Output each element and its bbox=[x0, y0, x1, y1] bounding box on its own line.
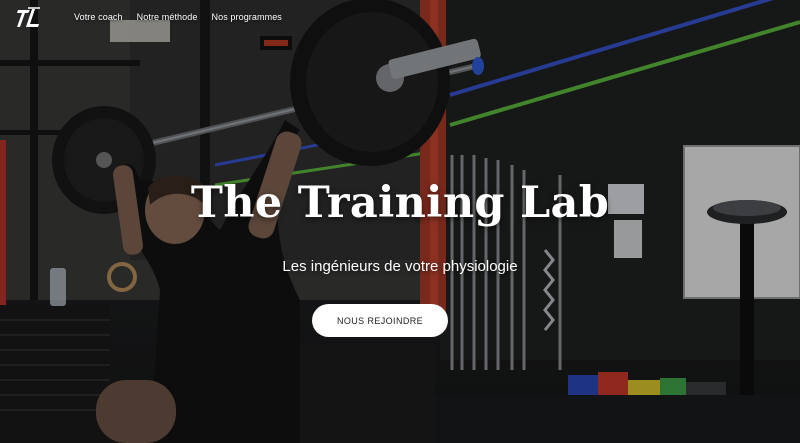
top-navigation: Votre coach Notre méthode Nos programmes bbox=[0, 0, 800, 38]
tl-monogram-icon[interactable] bbox=[16, 6, 42, 30]
nav-link-votre-coach[interactable]: Votre coach bbox=[74, 12, 123, 22]
nav-link-nos-programmes[interactable]: Nos programmes bbox=[211, 12, 281, 22]
join-us-button[interactable]: NOUS REJOINDRE bbox=[312, 304, 448, 337]
hero-subtitle: Les ingénieurs de votre physiologie bbox=[282, 258, 518, 275]
hero-title: The Training Lab bbox=[190, 178, 610, 228]
hero-section: Votre coach Notre méthode Nos programmes… bbox=[0, 0, 800, 443]
nav-links: Votre coach Notre méthode Nos programmes bbox=[74, 12, 282, 22]
nav-link-notre-methode[interactable]: Notre méthode bbox=[137, 12, 198, 22]
